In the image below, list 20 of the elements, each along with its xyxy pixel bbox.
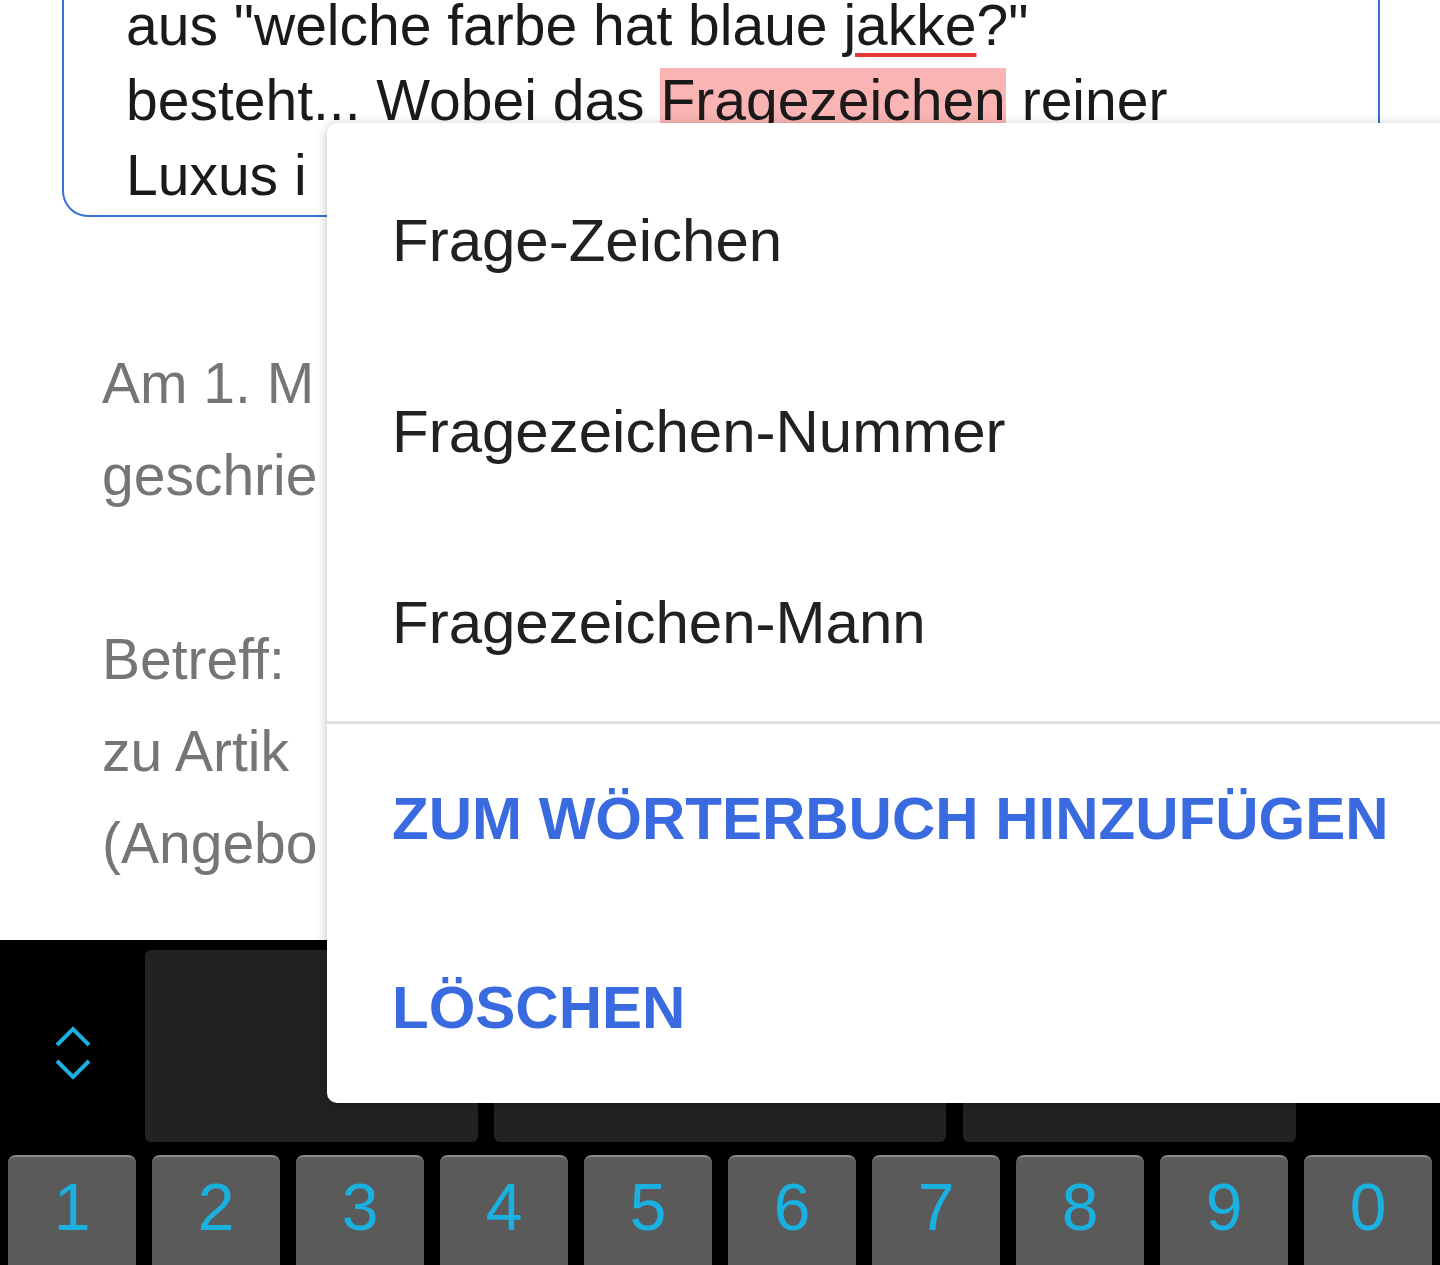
number-key[interactable]: 9 bbox=[1160, 1155, 1288, 1265]
number-key[interactable]: 0 bbox=[1304, 1155, 1432, 1265]
text-line: zu Artik bbox=[102, 718, 289, 785]
number-key[interactable]: 5 bbox=[584, 1155, 712, 1265]
menu-action[interactable]: ZUM WÖRTERBUCH HINZUFÜGEN bbox=[327, 724, 1440, 914]
number-key[interactable]: 7 bbox=[872, 1155, 1000, 1265]
misspelled-word[interactable]: jakke bbox=[843, 0, 977, 57]
number-key[interactable]: 6 bbox=[728, 1155, 856, 1265]
suggestion-item[interactable]: Fragezeichen-Nummer bbox=[327, 336, 1440, 527]
suggestion-item[interactable]: Fragezeichen-Mann bbox=[327, 527, 1440, 718]
number-key[interactable]: 8 bbox=[1016, 1155, 1144, 1265]
number-key[interactable]: 2 bbox=[152, 1155, 280, 1265]
number-key[interactable]: 1 bbox=[8, 1155, 136, 1265]
text-line: Betreff: bbox=[102, 626, 285, 693]
text-line: Am 1. M bbox=[102, 350, 315, 417]
number-key[interactable]: 4 bbox=[440, 1155, 568, 1265]
number-key[interactable]: 3 bbox=[296, 1155, 424, 1265]
text-line: geschrie bbox=[102, 442, 318, 509]
menu-action[interactable]: LÖSCHEN bbox=[327, 913, 1440, 1103]
text-line: (Angebo bbox=[102, 810, 318, 877]
